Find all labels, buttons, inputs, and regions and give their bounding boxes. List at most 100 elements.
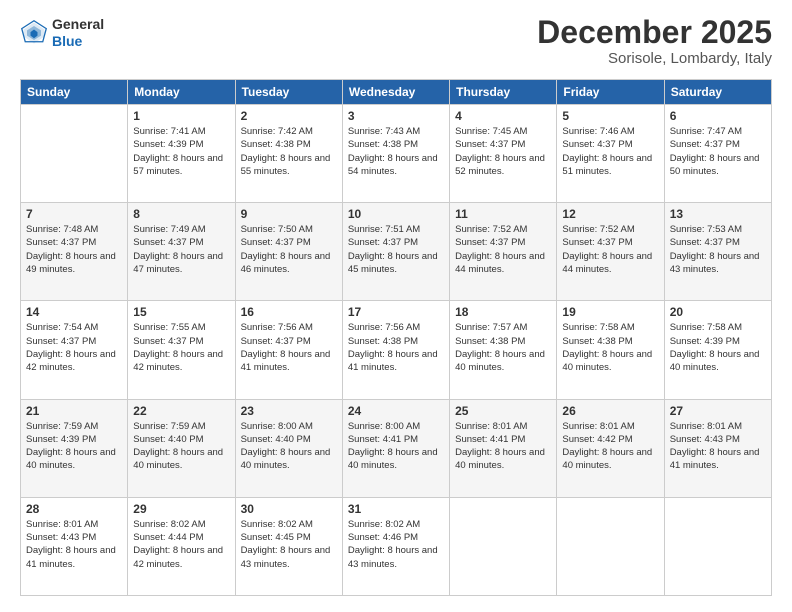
sunset: Sunset: 4:44 PM	[133, 532, 203, 543]
daylight: Daylight: 8 hours and 42 minutes.	[133, 349, 223, 373]
header-tuesday: Tuesday	[235, 80, 342, 105]
day-detail: Sunrise: 7:56 AM Sunset: 4:37 PM Dayligh…	[241, 321, 337, 374]
daylight: Daylight: 8 hours and 44 minutes.	[455, 251, 545, 275]
day-detail: Sunrise: 7:42 AM Sunset: 4:38 PM Dayligh…	[241, 125, 337, 178]
day-detail: Sunrise: 7:55 AM Sunset: 4:37 PM Dayligh…	[133, 321, 229, 374]
day-number: 30	[241, 502, 337, 516]
day-detail: Sunrise: 7:57 AM Sunset: 4:38 PM Dayligh…	[455, 321, 551, 374]
week-row-5: 28 Sunrise: 8:01 AM Sunset: 4:43 PM Dayl…	[21, 497, 772, 595]
sunset: Sunset: 4:38 PM	[455, 336, 525, 347]
sunrise: Sunrise: 7:55 AM	[133, 322, 205, 333]
day-number: 20	[670, 305, 766, 319]
month-title: December 2025	[537, 16, 772, 48]
day-number: 7	[26, 207, 122, 221]
sunrise: Sunrise: 7:58 AM	[562, 322, 634, 333]
day-number: 24	[348, 404, 444, 418]
sunrise: Sunrise: 7:51 AM	[348, 224, 420, 235]
day-detail: Sunrise: 7:53 AM Sunset: 4:37 PM Dayligh…	[670, 223, 766, 276]
daylight: Daylight: 8 hours and 40 minutes.	[562, 447, 652, 471]
daylight: Daylight: 8 hours and 42 minutes.	[26, 349, 116, 373]
daylight: Daylight: 8 hours and 40 minutes.	[455, 447, 545, 471]
logo-text: General Blue	[52, 16, 104, 50]
day-cell	[557, 497, 664, 595]
day-detail: Sunrise: 7:46 AM Sunset: 4:37 PM Dayligh…	[562, 125, 658, 178]
day-number: 11	[455, 207, 551, 221]
day-detail: Sunrise: 8:01 AM Sunset: 4:42 PM Dayligh…	[562, 420, 658, 473]
day-cell	[450, 497, 557, 595]
day-cell: 1 Sunrise: 7:41 AM Sunset: 4:39 PM Dayli…	[128, 105, 235, 203]
daylight: Daylight: 8 hours and 46 minutes.	[241, 251, 331, 275]
day-detail: Sunrise: 8:00 AM Sunset: 4:40 PM Dayligh…	[241, 420, 337, 473]
daylight: Daylight: 8 hours and 50 minutes.	[670, 153, 760, 177]
daylight: Daylight: 8 hours and 41 minutes.	[348, 349, 438, 373]
sunrise: Sunrise: 7:52 AM	[562, 224, 634, 235]
sunrise: Sunrise: 7:48 AM	[26, 224, 98, 235]
sunset: Sunset: 4:37 PM	[455, 237, 525, 248]
day-cell: 18 Sunrise: 7:57 AM Sunset: 4:38 PM Dayl…	[450, 301, 557, 399]
sunset: Sunset: 4:37 PM	[241, 336, 311, 347]
day-number: 21	[26, 404, 122, 418]
day-cell: 5 Sunrise: 7:46 AM Sunset: 4:37 PM Dayli…	[557, 105, 664, 203]
day-number: 22	[133, 404, 229, 418]
day-cell: 24 Sunrise: 8:00 AM Sunset: 4:41 PM Dayl…	[342, 399, 449, 497]
sunrise: Sunrise: 8:01 AM	[455, 421, 527, 432]
sunset: Sunset: 4:37 PM	[241, 237, 311, 248]
day-cell: 25 Sunrise: 8:01 AM Sunset: 4:41 PM Dayl…	[450, 399, 557, 497]
sunset: Sunset: 4:39 PM	[670, 336, 740, 347]
day-number: 16	[241, 305, 337, 319]
sunset: Sunset: 4:46 PM	[348, 532, 418, 543]
sunset: Sunset: 4:37 PM	[562, 139, 632, 150]
day-number: 17	[348, 305, 444, 319]
daylight: Daylight: 8 hours and 40 minutes.	[455, 349, 545, 373]
day-cell: 4 Sunrise: 7:45 AM Sunset: 4:37 PM Dayli…	[450, 105, 557, 203]
day-number: 2	[241, 109, 337, 123]
day-detail: Sunrise: 7:41 AM Sunset: 4:39 PM Dayligh…	[133, 125, 229, 178]
header-wednesday: Wednesday	[342, 80, 449, 105]
day-detail: Sunrise: 7:47 AM Sunset: 4:37 PM Dayligh…	[670, 125, 766, 178]
day-number: 1	[133, 109, 229, 123]
sunset: Sunset: 4:41 PM	[455, 434, 525, 445]
daylight: Daylight: 8 hours and 40 minutes.	[348, 447, 438, 471]
daylight: Daylight: 8 hours and 41 minutes.	[26, 545, 116, 569]
day-cell: 26 Sunrise: 8:01 AM Sunset: 4:42 PM Dayl…	[557, 399, 664, 497]
day-number: 29	[133, 502, 229, 516]
sunrise: Sunrise: 8:01 AM	[670, 421, 742, 432]
sunset: Sunset: 4:38 PM	[348, 336, 418, 347]
day-cell: 9 Sunrise: 7:50 AM Sunset: 4:37 PM Dayli…	[235, 203, 342, 301]
calendar-table: Sunday Monday Tuesday Wednesday Thursday…	[20, 79, 772, 596]
day-cell: 30 Sunrise: 8:02 AM Sunset: 4:45 PM Dayl…	[235, 497, 342, 595]
sunrise: Sunrise: 8:02 AM	[133, 519, 205, 530]
day-detail: Sunrise: 8:01 AM Sunset: 4:43 PM Dayligh…	[26, 518, 122, 571]
sunset: Sunset: 4:37 PM	[348, 237, 418, 248]
sunset: Sunset: 4:38 PM	[348, 139, 418, 150]
day-cell	[664, 497, 771, 595]
sunrise: Sunrise: 8:00 AM	[348, 421, 420, 432]
day-number: 6	[670, 109, 766, 123]
sunrise: Sunrise: 7:47 AM	[670, 126, 742, 137]
sunset: Sunset: 4:43 PM	[670, 434, 740, 445]
day-detail: Sunrise: 7:58 AM Sunset: 4:39 PM Dayligh…	[670, 321, 766, 374]
sunset: Sunset: 4:40 PM	[133, 434, 203, 445]
sunset: Sunset: 4:41 PM	[348, 434, 418, 445]
daylight: Daylight: 8 hours and 42 minutes.	[133, 545, 223, 569]
sunset: Sunset: 4:37 PM	[133, 336, 203, 347]
day-detail: Sunrise: 8:00 AM Sunset: 4:41 PM Dayligh…	[348, 420, 444, 473]
sunrise: Sunrise: 8:01 AM	[562, 421, 634, 432]
header: General Blue December 2025 Sorisole, Lom…	[20, 16, 772, 67]
sunset: Sunset: 4:37 PM	[26, 336, 96, 347]
day-cell: 7 Sunrise: 7:48 AM Sunset: 4:37 PM Dayli…	[21, 203, 128, 301]
day-cell: 10 Sunrise: 7:51 AM Sunset: 4:37 PM Dayl…	[342, 203, 449, 301]
daylight: Daylight: 8 hours and 43 minutes.	[670, 251, 760, 275]
location-subtitle: Sorisole, Lombardy, Italy	[537, 50, 772, 67]
day-number: 25	[455, 404, 551, 418]
day-detail: Sunrise: 7:45 AM Sunset: 4:37 PM Dayligh…	[455, 125, 551, 178]
header-thursday: Thursday	[450, 80, 557, 105]
daylight: Daylight: 8 hours and 45 minutes.	[348, 251, 438, 275]
day-cell: 6 Sunrise: 7:47 AM Sunset: 4:37 PM Dayli…	[664, 105, 771, 203]
day-detail: Sunrise: 7:43 AM Sunset: 4:38 PM Dayligh…	[348, 125, 444, 178]
day-detail: Sunrise: 7:48 AM Sunset: 4:37 PM Dayligh…	[26, 223, 122, 276]
sunset: Sunset: 4:38 PM	[562, 336, 632, 347]
daylight: Daylight: 8 hours and 44 minutes.	[562, 251, 652, 275]
sunrise: Sunrise: 7:58 AM	[670, 322, 742, 333]
header-saturday: Saturday	[664, 80, 771, 105]
